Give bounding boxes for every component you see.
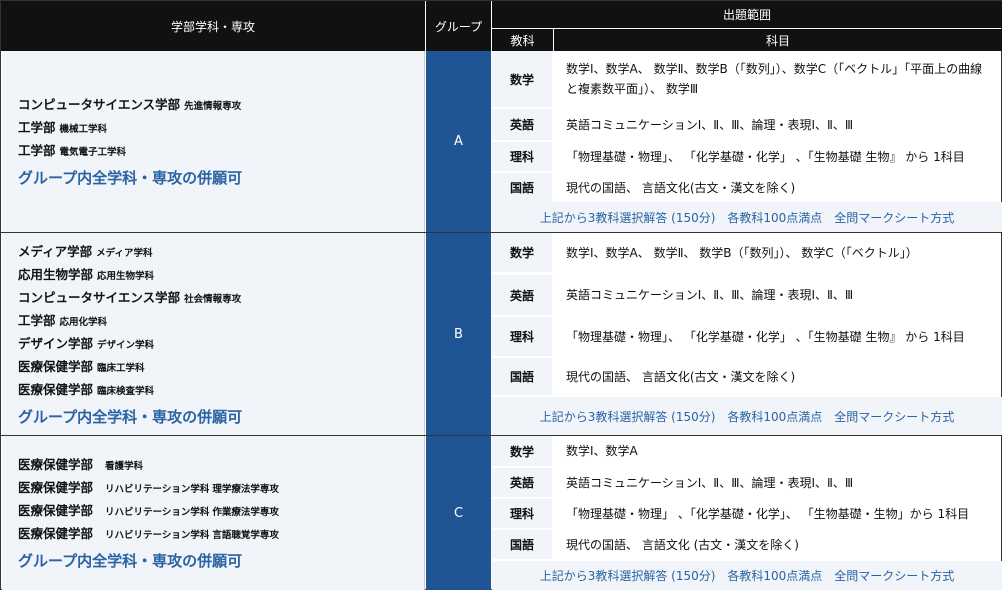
group-a-label: A xyxy=(426,51,491,232)
group-c-exam-note: 上記から3教科選択解答 (150分) 各教科100点満点 全問マークシート方式 xyxy=(492,561,1002,590)
subject-english: 英語 xyxy=(492,109,552,140)
department-row: 工学部 応用化学科 xyxy=(18,312,108,328)
subject-math: 数学 xyxy=(492,51,552,107)
department-row: メディア学部 メディア学科 xyxy=(18,243,153,259)
header-subject: 教科 xyxy=(492,29,553,51)
department-row: 工学部 機械工学科 xyxy=(18,120,108,135)
subject-japanese-content: 現代の国語、 言語文化 (古文・漢文を除く) xyxy=(566,537,799,552)
subject-japanese: 国語 xyxy=(492,530,552,559)
department-row: 医療保健学部 リハビリテーション学科 理学療法学専攻 xyxy=(18,480,279,495)
department-row: 医療保健学部 臨床工学科 xyxy=(18,358,145,374)
subject-math: 数学 xyxy=(492,233,552,272)
subject-english-content: 英語コミュニケーションⅠ、Ⅱ、Ⅲ、論理・表現Ⅰ、Ⅱ、Ⅲ xyxy=(566,288,854,302)
group-c-departments: 医療保健学部 看護学科 医療保健学部 リハビリテーション学科 理学療法学専攻 医療保健… xyxy=(2,436,425,590)
subject-english: 英語 xyxy=(492,275,552,315)
combined-application-note: グループ内全学科・専攻の併願可 xyxy=(18,407,243,426)
department-row: コンピュータサイエンス学部 先進情報専攻 xyxy=(18,97,242,112)
group-a-exam-note: 上記から3教科選択解答 (150分) 各教科100点満点 全問マークシート方式 xyxy=(492,202,1002,232)
subject-science: 理科 xyxy=(492,142,552,171)
department-row: 医療保健学部 看護学科 xyxy=(18,457,144,472)
group-b-label: B xyxy=(426,233,491,435)
group-b-departments: メディア学部 メディア学科 応用生物学部 応用生物学科 コンピュータサイエンス学部社… xyxy=(2,233,425,435)
department-row: コンピュータサイエンス学部 社会情報専攻 xyxy=(18,289,242,305)
subject-japanese-content: 現代の国語、 言語文化(古文・漢文を除く) xyxy=(566,369,796,384)
group-a-departments: コンピュータサイエンス学部 先進情報専攻 工学部 機械工学科 工学部 電気電子工学科 … xyxy=(2,51,425,232)
subject-math-content: 数学Ⅰ、数学A、 数学Ⅱ、 数学B（「数列」）、 数学C（「ベクトル」） xyxy=(566,245,918,260)
subject-science: 理科 xyxy=(492,317,552,356)
combined-application-note: グループ内全学科・専攻の併願可 xyxy=(18,552,243,570)
group-c-label: C xyxy=(426,436,491,590)
header-department: 学部学科・専攻 xyxy=(1,1,425,51)
subject-math-content: 数学Ⅰ、数学A、 数学Ⅱ、数学B（「数列」）、数学C（「ベクトル」「平面上の曲線… xyxy=(566,62,983,96)
subject-english: 英語 xyxy=(492,468,552,497)
subject-english-content: 英語コミュニケーションⅠ、Ⅱ、Ⅲ、論理・表現Ⅰ、Ⅱ、Ⅲ xyxy=(566,475,854,490)
subject-japanese: 国語 xyxy=(492,173,552,202)
header-group: グループ xyxy=(426,1,491,51)
department-row: 医療保健学部 リハビリテーション学科 言語聴覚学専攻 xyxy=(18,526,279,541)
department-row: 工学部 電気電子工学科 xyxy=(18,143,127,158)
header-content: 科目 xyxy=(554,29,1002,51)
department-row: 医療保健学部 リハビリテーション学科 作業療法学専攻 xyxy=(18,503,279,518)
subject-english-content: 英語コミュニケーションⅠ、Ⅱ、Ⅲ、論理・表現Ⅰ、Ⅱ、Ⅲ xyxy=(566,117,854,132)
subject-japanese: 国語 xyxy=(492,358,552,395)
subject-science-content: 「物理基礎・物理」 、「化学基礎・化学」、 「生物基礎・生物」から 1科目 xyxy=(566,506,970,521)
group-b-exam-note: 上記から3教科選択解答 (150分) 各教科100点満点 全問マークシート方式 xyxy=(492,397,1002,435)
header-scope: 出題範囲 xyxy=(492,1,1002,28)
combined-application-note: グループ内全学科・専攻の併願可 xyxy=(18,169,243,187)
subject-math: 数学 xyxy=(492,436,552,466)
subject-science-content: 「物理基礎・物理」、 「化学基礎・化学」 、「生物基礎 生物』 から 1科目 xyxy=(566,329,965,344)
department-row: 応用生物学部 応用生物学科 xyxy=(18,266,155,282)
subject-science: 理科 xyxy=(492,499,552,528)
subject-math-content: 数学Ⅰ、数学A xyxy=(566,444,638,458)
subject-japanese-content: 現代の国語、 言語文化(古文・漢文を除く) xyxy=(566,180,796,195)
department-row: 医療保健学部 臨床検査学科 xyxy=(18,381,155,397)
subject-science-content: 「物理基礎・物理」、 「化学基礎・化学」 、「生物基礎 生物』 から 1科目 xyxy=(566,149,965,164)
department-row: デザイン学部 デザイン学科 xyxy=(18,335,155,351)
exam-scope-table: 学部学科・専攻 グループ 出題範囲 教科 科目 コンピュータサイエンス学部 先進情… xyxy=(0,0,1002,590)
